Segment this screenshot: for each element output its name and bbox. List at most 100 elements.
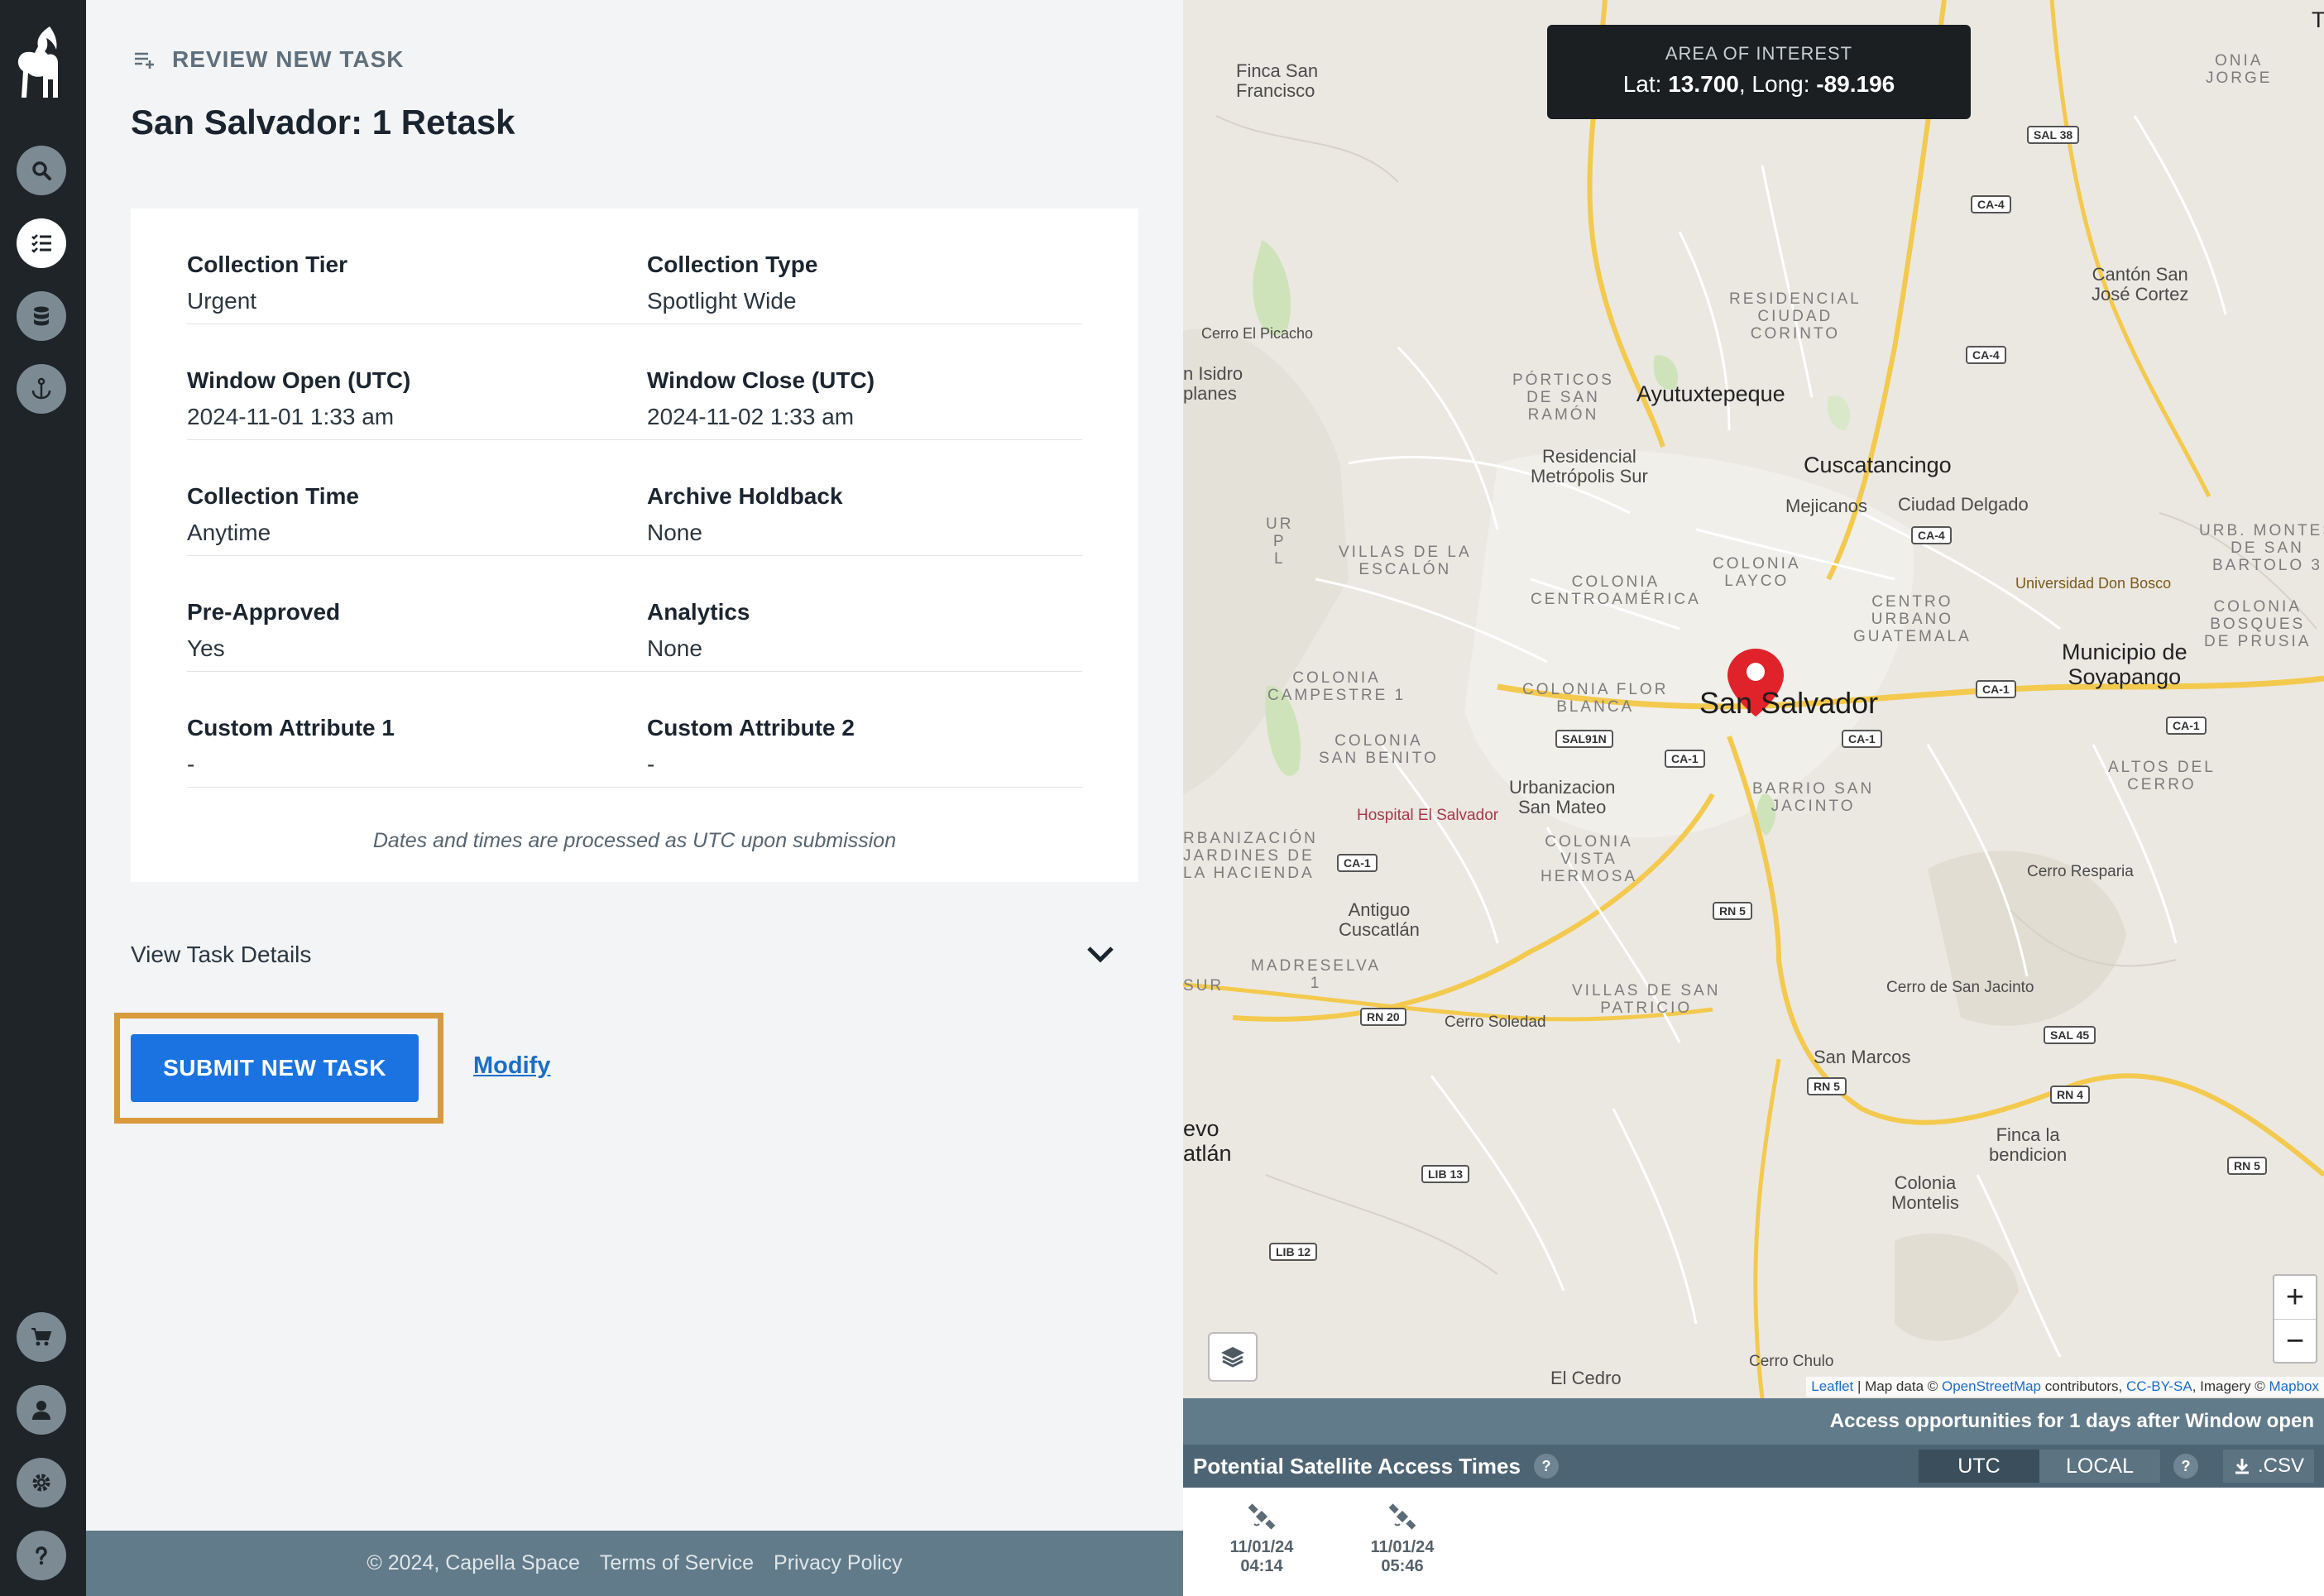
map-label: COLONIA CENTROAMÉRICA — [1531, 573, 1701, 608]
gear-icon — [32, 1474, 50, 1492]
map-label: Cantón San José Cortez — [2092, 264, 2189, 305]
timezone-help-icon[interactable]: ? — [2173, 1454, 2198, 1479]
summary-row: Collection Time Anytime Archive Holdback N… — [187, 440, 1082, 556]
aoi-coordinates: Lat: 13.700, Long: -89.196 — [1622, 71, 1895, 97]
latitude-value: 13.700 — [1668, 71, 1739, 97]
database-nav-button[interactable] — [17, 291, 66, 341]
layers-button[interactable] — [1208, 1332, 1258, 1382]
road-shield: CA-1 — [1976, 680, 2016, 698]
section-label: REVIEW NEW TASK — [172, 46, 405, 72]
custom-attribute-1-label: Custom Attribute 1 — [187, 715, 395, 740]
pass-item[interactable]: 11/01/24 04:14 — [1216, 1503, 1307, 1576]
cart-nav-button[interactable] — [17, 1312, 66, 1362]
map-label: Cerro El Picacho — [1201, 325, 1314, 342]
page-title: San Salvador: 1 Retask — [131, 103, 515, 141]
map-label: Universidad Don Bosco — [2015, 575, 2172, 592]
download-icon — [2235, 1459, 2249, 1474]
access-title: Potential Satellite Access Times — [1193, 1453, 1521, 1479]
zoom-in-button[interactable]: + — [2274, 1276, 2316, 1320]
review-task-panel: REVIEW NEW TASK San Salvador: 1 Retask C… — [86, 0, 1183, 1596]
csv-download-button[interactable]: .CSV — [2222, 1450, 2314, 1483]
modify-link[interactable]: Modify — [473, 1052, 550, 1080]
summary-row: Window Open (UTC) 2024-11-01 1:33 am Wind… — [187, 324, 1082, 440]
aoi-title: AREA OF INTEREST — [1665, 43, 1853, 64]
utc-toggle-button[interactable]: UTC — [1918, 1450, 2039, 1483]
road-shield: CA-1 — [1665, 750, 1705, 768]
pass-date: 11/01/24 — [1229, 1538, 1294, 1556]
map-label: BARRIO SAN JACINTO — [1752, 780, 1875, 815]
local-toggle-button[interactable]: LOCAL — [2039, 1450, 2160, 1483]
map-label: San Salvador — [1699, 686, 1879, 720]
map-label: T — [2312, 7, 2324, 32]
collection-tier-label: Collection Tier — [187, 252, 347, 277]
road-shield: CA-1 — [1337, 854, 1378, 872]
map-label: Cerro Chulo — [1749, 1353, 1834, 1370]
pre-approved-label: Pre-Approved — [187, 599, 341, 625]
osm-link[interactable]: OpenStreetMap — [1942, 1378, 2041, 1394]
user-icon — [32, 1401, 50, 1420]
submit-new-task-button[interactable]: SUBMIT NEW TASK — [131, 1034, 419, 1102]
summary-row: Custom Attribute 1 - Custom Attribute 2 - — [187, 672, 1082, 788]
question-icon — [36, 1546, 47, 1565]
settings-nav-button[interactable] — [17, 1458, 66, 1507]
road-shield: CA-4 — [1971, 195, 2011, 213]
map-label: Cerro de San Jacinto — [1886, 979, 2034, 996]
area-of-interest-tooltip: AREA OF INTEREST Lat: 13.700, Long: -89.… — [1547, 25, 1971, 119]
zoom-out-button[interactable]: − — [2274, 1320, 2316, 1364]
view-task-details-label: View Task Details — [131, 942, 312, 967]
satellite-access-panel: Access opportunities for 1 days after Wi… — [1183, 1398, 2324, 1596]
map-label: Antiguo Cuscatlán — [1339, 899, 1420, 941]
timezone-toggle: UTC LOCAL — [1918, 1450, 2160, 1483]
map-label: Hospital El Salvador — [1357, 807, 1499, 824]
satellite-icon — [1388, 1503, 1416, 1530]
cart-icon — [31, 1328, 52, 1346]
anchor-nav-button[interactable] — [17, 364, 66, 414]
map-label: SUR — [1183, 977, 1224, 995]
area-of-interest-map[interactable]: Finca San Francisco Cerro El Picacho n Is… — [1183, 0, 2324, 1398]
map-label: VILLAS DE LA ESCALÓN — [1339, 544, 1472, 578]
map-label: San Marcos — [1814, 1047, 1911, 1067]
review-header: REVIEW NEW TASK — [132, 46, 404, 73]
map-label: COLONIA LAYCO — [1713, 555, 1801, 590]
tasks-nav-button[interactable] — [17, 218, 66, 268]
view-task-details-toggle[interactable]: View Task Details — [131, 942, 1140, 968]
map-label: RESIDENCIAL CIUDAD CORINTO — [1729, 290, 1862, 343]
zoom-control: + − — [2273, 1274, 2317, 1364]
summary-row: Pre-Approved Yes Analytics None — [187, 556, 1082, 672]
summary-row: Collection Tier Urgent Collection Type Spo… — [187, 208, 1082, 324]
help-nav-button[interactable] — [17, 1531, 66, 1580]
chevron-down-icon — [1087, 947, 1114, 963]
pre-approved-value: Yes — [187, 635, 225, 661]
road-shield: CA-4 — [1911, 526, 1952, 544]
road-shield: SAL91N — [1555, 730, 1613, 748]
playlist-add-icon — [135, 52, 154, 69]
user-nav-button[interactable] — [17, 1385, 66, 1435]
access-banner: Access opportunities for 1 days after Wi… — [1183, 1398, 2324, 1445]
access-toolbar: Potential Satellite Access Times ? UTC L… — [1183, 1445, 2324, 1488]
collection-type-value: Spotlight Wide — [647, 288, 797, 314]
map-attribution: Leaflet | Map data © OpenStreetMap contr… — [1806, 1377, 2324, 1397]
map-label: URB. MONTES DE SAN BARTOLO 3 — [2199, 522, 2324, 574]
map-label: Colonia Montelis — [1891, 1172, 1959, 1214]
map-label: COLONIA VISTA HERMOSA — [1541, 833, 1638, 885]
road-shield: RN 4 — [2050, 1086, 2090, 1104]
longitude-value: -89.196 — [1816, 71, 1895, 97]
map-label: Cerro Soledad — [1445, 1014, 1546, 1031]
leaflet-link[interactable]: Leaflet — [1811, 1378, 1853, 1394]
road-shield: RN 20 — [1360, 1008, 1406, 1026]
mapbox-link[interactable]: Mapbox — [2269, 1378, 2319, 1394]
terms-of-service-link[interactable]: Terms of Service — [600, 1551, 754, 1575]
pass-item[interactable]: 11/01/24 05:46 — [1357, 1503, 1448, 1576]
privacy-policy-link[interactable]: Privacy Policy — [774, 1551, 903, 1575]
access-help-icon[interactable]: ? — [1533, 1454, 1559, 1479]
map-label: Ciudad Delgado — [1898, 494, 2029, 515]
capella-logo-icon[interactable] — [12, 22, 74, 101]
road-shield: SAL 38 — [2027, 126, 2080, 144]
road-shield: RN 5 — [1713, 902, 1752, 920]
custom-attribute-2-value: - — [647, 751, 655, 777]
search-nav-button[interactable] — [17, 146, 66, 195]
window-close-label: Window Close (UTC) — [647, 367, 875, 393]
license-link[interactable]: CC-BY-SA — [2126, 1378, 2192, 1394]
road-shield: SAL 45 — [2044, 1026, 2096, 1044]
road-shield: RN 5 — [1807, 1077, 1847, 1095]
